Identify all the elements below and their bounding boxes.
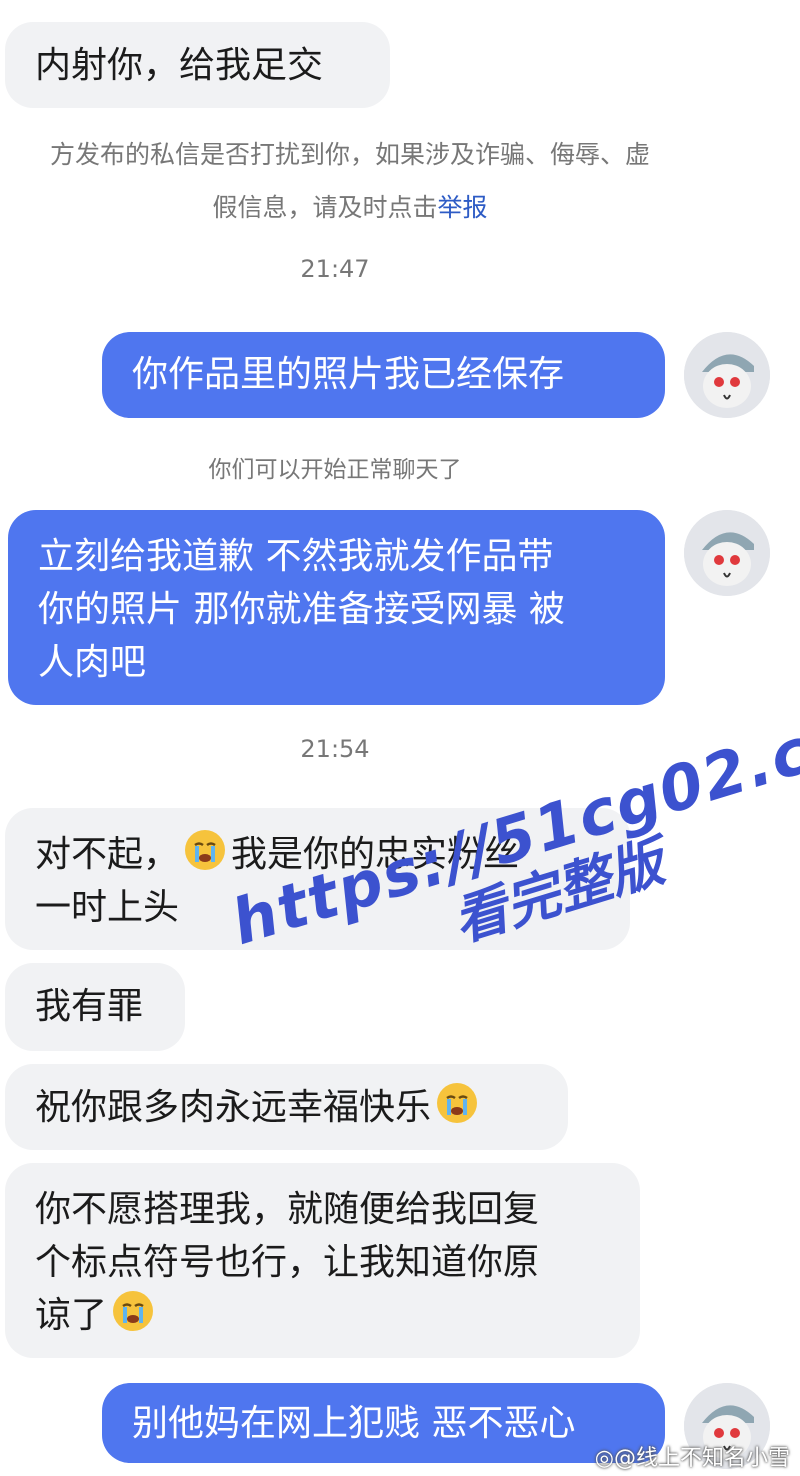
message-text-line: 谅了	[35, 1289, 640, 1342]
message-text-line: 你不愿搭理我，就随便给我回复	[35, 1189, 540, 1230]
harassment-notice-line2: 假信息，请及时点击举报	[212, 193, 488, 222]
avatar[interactable]	[684, 332, 770, 418]
system-message: 你们可以开始正常聊天了	[208, 457, 462, 483]
message-text: 祝你跟多肉永远幸福快乐	[35, 1087, 432, 1128]
message-text: 内射你，给我足交	[35, 45, 324, 86]
timestamp: 21:54	[300, 735, 370, 763]
message-text: 我有罪	[35, 986, 144, 1027]
message-bubble-incoming[interactable]: 我有罪	[5, 963, 185, 1051]
message-text-line: 人肉吧	[38, 642, 147, 683]
avatar[interactable]	[684, 510, 770, 596]
message-text-line: 个标点符号也行，让我知道你原	[35, 1242, 540, 1283]
avatar-cat-icon	[684, 332, 770, 418]
message-bubble-incoming[interactable]: 祝你跟多肉永远幸福快乐	[5, 1064, 568, 1150]
message-text: 别他妈在网上犯贱 恶不恶心	[132, 1403, 576, 1444]
message-bubble-incoming[interactable]: 你不愿搭理我，就随便给我回复 个标点符号也行，让我知道你原 谅了	[5, 1163, 640, 1358]
avatar-cat-icon	[684, 510, 770, 596]
crying-face-emoji	[183, 828, 227, 872]
timestamp: 21:47	[300, 255, 370, 283]
message-bubble-outgoing[interactable]: 别他妈在网上犯贱 恶不恶心	[102, 1383, 665, 1463]
harassment-notice-line1: 方发布的私信是否打扰到你，如果涉及诈骗、侮辱、虚	[49, 140, 650, 169]
message-text-line: 立刻给我道歉 不然我就发作品带	[38, 536, 554, 577]
crying-face-emoji	[435, 1081, 479, 1125]
message-bubble-incoming[interactable]: 内射你，给我足交	[5, 22, 390, 108]
message-bubble-outgoing[interactable]: 你作品里的照片我已经保存	[102, 332, 665, 418]
report-link[interactable]: 举报	[438, 193, 488, 222]
message-text-line: 你的照片 那你就准备接受网暴 被	[38, 589, 565, 630]
weibo-logo-icon: ◎	[594, 1446, 614, 1471]
message-bubble-outgoing[interactable]: 立刻给我道歉 不然我就发作品带 你的照片 那你就准备接受网暴 被 人肉吧	[8, 510, 665, 705]
footer-credit: ◎@线上不知名小雪	[594, 1446, 790, 1471]
message-text: 你作品里的照片我已经保存	[132, 354, 565, 395]
crying-face-emoji	[111, 1289, 155, 1333]
